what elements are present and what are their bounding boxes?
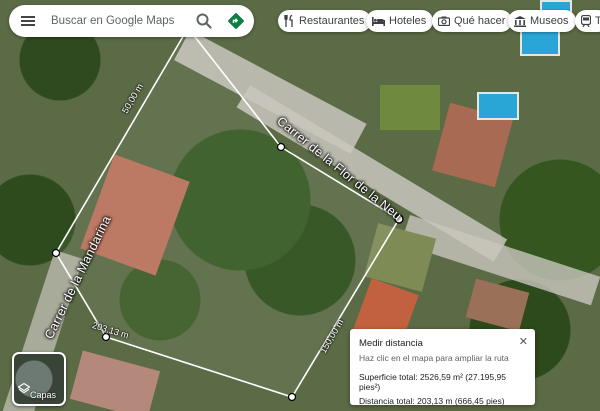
layers-label: Capas (29, 390, 56, 400)
search-box (9, 5, 254, 37)
chip-label: Qué hacer (454, 15, 506, 27)
chip-label: T (595, 15, 600, 27)
total-distance: Distancia total: 203,13 m (666,45 pies) (359, 396, 505, 406)
measured-area (56, 28, 399, 397)
panel-title: Medir distancia (359, 338, 423, 349)
bed-icon (372, 16, 385, 26)
chip-label: Hoteles (389, 15, 427, 27)
chip-hotels[interactable]: Hoteles (366, 10, 434, 32)
chip-label: Museos (530, 15, 569, 27)
camera-icon (438, 16, 450, 26)
measure-point[interactable] (276, 142, 286, 152)
panel-hint: Haz clic en el mapa para ampliar la ruta (359, 353, 509, 363)
fork-knife-icon (284, 15, 295, 27)
chip-restaurants[interactable]: Restaurantes (278, 10, 372, 32)
museum-icon (514, 15, 526, 27)
chip-label: Restaurantes (299, 15, 365, 27)
transit-icon (581, 15, 591, 27)
chip-transit[interactable]: T (575, 10, 600, 32)
measure-point[interactable] (287, 392, 297, 402)
directions-icon[interactable] (227, 12, 245, 30)
total-area: Superficie total: 2526,59 m² (27.195,95 … (359, 372, 506, 392)
measure-point[interactable] (51, 248, 61, 258)
close-icon[interactable]: ✕ (519, 335, 528, 348)
search-icon[interactable] (195, 12, 213, 30)
measure-distance-panel: ✕ Medir distancia Haz clic en el mapa pa… (350, 329, 535, 406)
search-input[interactable] (49, 14, 183, 28)
layers-button[interactable]: Capas (12, 352, 66, 406)
menu-icon[interactable] (21, 16, 35, 26)
chip-things-to-do[interactable]: Qué hacer (432, 10, 513, 32)
chip-museums[interactable]: Museos (508, 10, 576, 32)
